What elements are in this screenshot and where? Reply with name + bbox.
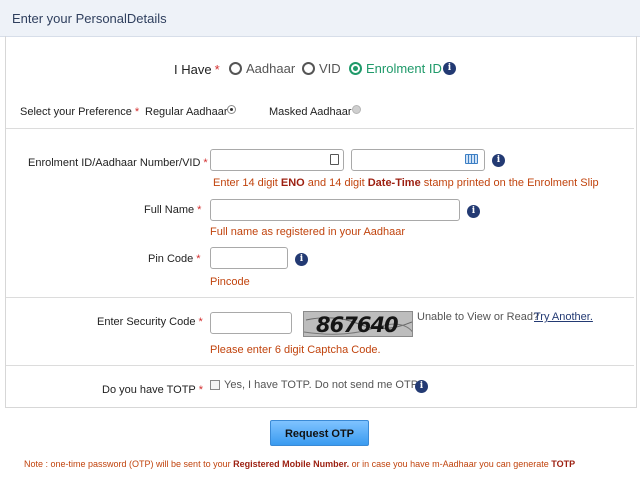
calendar-icon[interactable] bbox=[465, 154, 478, 164]
otp-note: Note : one-time password (OTP) will be s… bbox=[24, 459, 576, 469]
enrolment-hint: Enter 14 digit ENO and 14 digit Date-Tim… bbox=[213, 177, 599, 189]
preference-label: Select your Preference * bbox=[20, 106, 140, 118]
keypad-icon[interactable] bbox=[330, 154, 339, 165]
request-otp-button[interactable]: Request OTP bbox=[270, 420, 369, 446]
divider bbox=[6, 365, 634, 366]
regular-aadhaar-label[interactable]: Regular Aadhaar bbox=[145, 106, 228, 118]
security-code-input[interactable] bbox=[210, 312, 292, 334]
try-another-link[interactable]: Try Another. bbox=[534, 311, 593, 323]
info-icon[interactable]: i bbox=[295, 253, 308, 266]
security-code-hint: Please enter 6 digit Captcha Code. bbox=[210, 344, 381, 356]
unable-text: Unable to View or Read? bbox=[417, 311, 540, 323]
info-icon[interactable]: i bbox=[443, 62, 456, 75]
info-icon[interactable]: i bbox=[492, 154, 505, 167]
radio-enrolment-id[interactable] bbox=[349, 62, 362, 75]
totp-label: Do you have TOTP * bbox=[102, 384, 204, 396]
divider bbox=[6, 128, 634, 129]
divider bbox=[6, 297, 634, 298]
radio-vid[interactable] bbox=[302, 62, 315, 75]
section-title: Enter your PersonalDetails bbox=[12, 11, 167, 26]
enrolment-label: Enrolment ID/Aadhaar Number/VID * bbox=[28, 157, 208, 169]
pin-code-label: Pin Code * bbox=[148, 253, 201, 265]
radio-regular-aadhaar[interactable] bbox=[227, 105, 236, 114]
security-code-label: Enter Security Code * bbox=[97, 316, 203, 328]
full-name-input[interactable] bbox=[210, 199, 460, 221]
pin-code-input[interactable] bbox=[210, 247, 288, 269]
captcha-text: 867640 bbox=[316, 313, 399, 337]
radio-enrolment-id-label[interactable]: Enrolment ID bbox=[366, 61, 442, 76]
radio-aadhaar[interactable] bbox=[229, 62, 242, 75]
full-name-hint: Full name as registered in your Aadhaar bbox=[210, 226, 406, 238]
totp-checkbox[interactable] bbox=[210, 380, 220, 390]
info-icon[interactable]: i bbox=[467, 205, 480, 218]
captcha-image: 867640 bbox=[303, 311, 413, 337]
totp-checkbox-label[interactable]: Yes, I have TOTP. Do not send me OTP. bbox=[224, 379, 420, 391]
i-have-label: I Have * bbox=[174, 62, 220, 77]
enrolment-id-input[interactable] bbox=[210, 149, 344, 171]
radio-vid-label[interactable]: VID bbox=[319, 61, 341, 76]
radio-masked-aadhaar[interactable] bbox=[352, 105, 361, 114]
masked-aadhaar-label[interactable]: Masked Aadhaar bbox=[269, 106, 352, 118]
info-icon[interactable]: i bbox=[415, 380, 428, 393]
radio-aadhaar-label[interactable]: Aadhaar bbox=[246, 61, 295, 76]
full-name-label: Full Name * bbox=[144, 204, 202, 216]
pin-code-hint: Pincode bbox=[210, 276, 250, 288]
